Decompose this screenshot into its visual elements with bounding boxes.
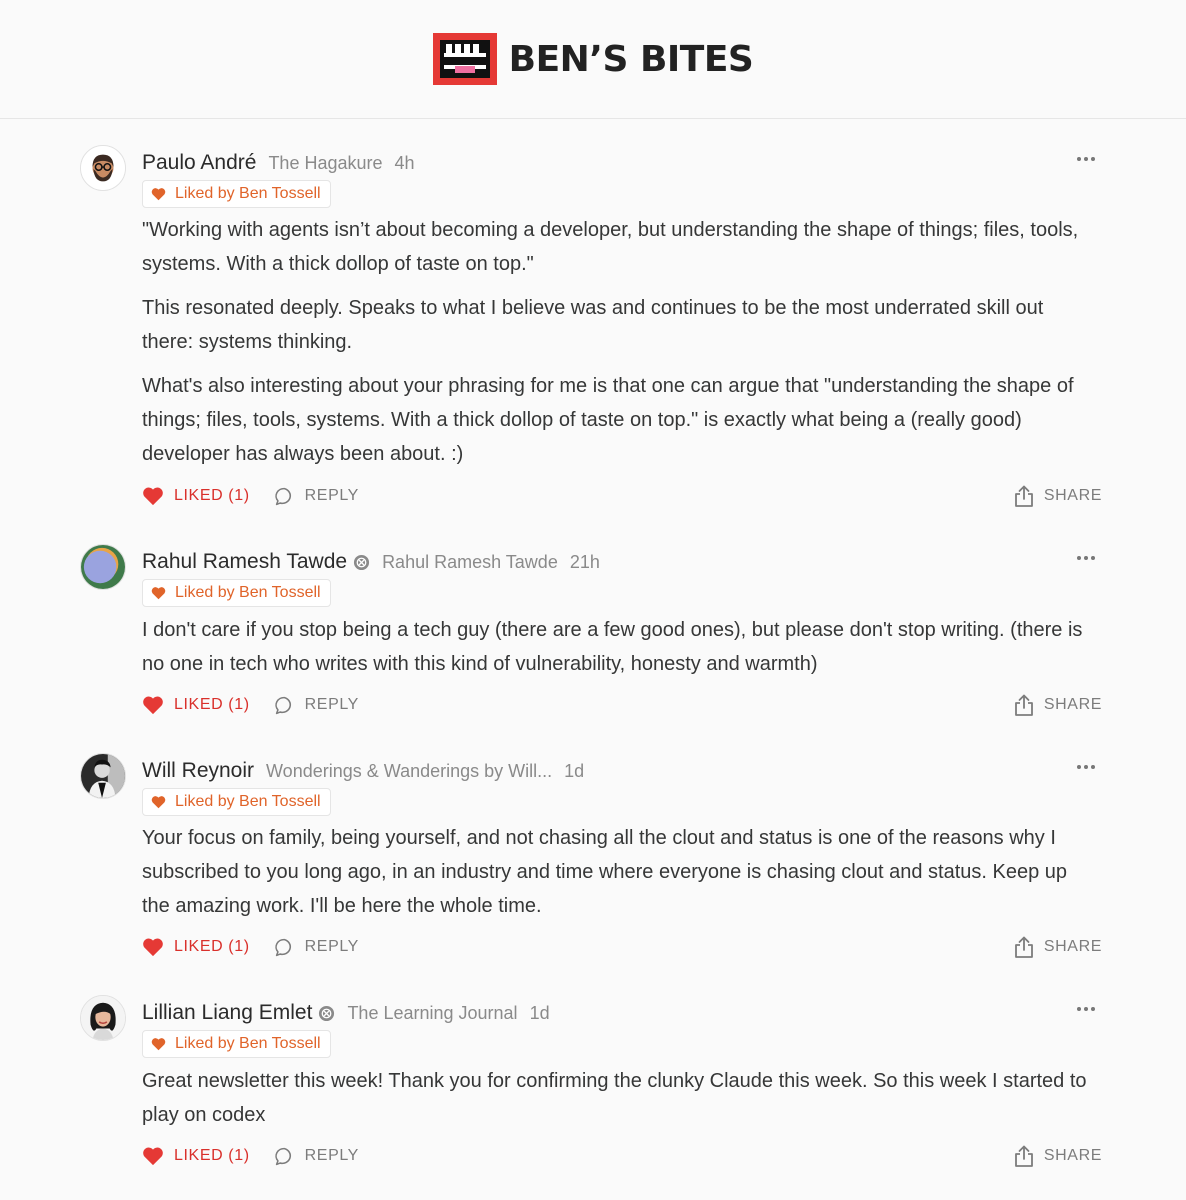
reply-button[interactable]: REPLY bbox=[274, 1146, 359, 1167]
share-label: SHARE bbox=[1043, 938, 1102, 955]
share-icon bbox=[1014, 1145, 1033, 1167]
comment-meta: Paulo André The Hagakure 4h bbox=[142, 148, 415, 178]
more-options-icon[interactable] bbox=[1076, 999, 1096, 1019]
liked-button[interactable]: LIKED (1) bbox=[142, 937, 250, 957]
share-label: SHARE bbox=[1043, 1147, 1102, 1164]
comment-meta: Lillian Liang Emlet The Learning Journal… bbox=[142, 998, 550, 1028]
publication-name[interactable]: Wonderings & Wanderings by Will... bbox=[266, 761, 552, 782]
liked-button[interactable]: LIKED (1) bbox=[142, 1146, 250, 1166]
publication-name[interactable]: The Hagakure bbox=[268, 153, 382, 174]
comment-bubble-icon bbox=[274, 1147, 291, 1165]
liked-by-badge: Liked by Ben Tossell bbox=[142, 788, 331, 816]
comment: Will Reynoir Wonderings & Wanderings by … bbox=[0, 753, 1186, 968]
comment-paragraph: Great newsletter this week! Thank you fo… bbox=[142, 1070, 1087, 1126]
comment-body: I don't care if you stop being a tech gu… bbox=[142, 613, 1092, 691]
liked-label: LIKED (1) bbox=[174, 487, 250, 504]
comment-bubble-icon bbox=[274, 938, 291, 956]
publication-name[interactable]: Rahul Ramesh Tawde bbox=[382, 552, 558, 573]
comment-body: Great newsletter this week! Thank you fo… bbox=[142, 1064, 1092, 1142]
liked-label: LIKED (1) bbox=[174, 1147, 250, 1164]
heart-filled-icon bbox=[143, 938, 163, 957]
avatar[interactable] bbox=[80, 145, 126, 191]
verified-badge-icon bbox=[319, 1005, 335, 1021]
comment-paragraph: Your focus on family, being yourself, an… bbox=[142, 827, 1068, 917]
liked-button[interactable]: LIKED (1) bbox=[142, 695, 250, 715]
verified-badge-icon bbox=[354, 554, 370, 570]
heart-icon bbox=[151, 1038, 166, 1051]
bens-bites-logo-icon bbox=[432, 33, 497, 85]
comment-paragraph: What's also interesting about your phras… bbox=[142, 375, 1074, 465]
reply-label: REPLY bbox=[304, 696, 359, 713]
comment-actions: LIKED (1) REPLY SHARE bbox=[142, 1143, 1102, 1169]
timestamp[interactable]: 1d bbox=[564, 761, 584, 782]
timestamp[interactable]: 4h bbox=[395, 153, 415, 174]
reply-label: REPLY bbox=[304, 1147, 359, 1164]
share-button[interactable]: SHARE bbox=[1014, 936, 1102, 958]
liked-label: LIKED (1) bbox=[174, 938, 250, 955]
comment-paragraph: I don't care if you stop being a tech gu… bbox=[142, 619, 1083, 675]
author-name[interactable]: Lillian Liang Emlet bbox=[142, 1001, 312, 1025]
liked-by-label: Liked by Ben Tossell bbox=[175, 185, 321, 202]
liked-by-label: Liked by Ben Tossell bbox=[175, 1035, 321, 1052]
brand-logo[interactable]: BEN’S BITES bbox=[432, 33, 754, 85]
comment-meta: Will Reynoir Wonderings & Wanderings by … bbox=[142, 756, 584, 786]
more-options-icon[interactable] bbox=[1076, 149, 1096, 169]
comment-bubble-icon bbox=[274, 696, 291, 714]
heart-filled-icon bbox=[143, 1147, 163, 1166]
timestamp[interactable]: 21h bbox=[570, 552, 600, 573]
timestamp[interactable]: 1d bbox=[530, 1003, 550, 1024]
comment-meta: Rahul Ramesh Tawde Rahul Ramesh Tawde 21… bbox=[142, 547, 600, 577]
comment: Lillian Liang Emlet The Learning Journal… bbox=[0, 995, 1186, 1175]
share-button[interactable]: SHARE bbox=[1014, 485, 1102, 507]
liked-by-label: Liked by Ben Tossell bbox=[175, 793, 321, 810]
share-icon bbox=[1014, 694, 1033, 716]
heart-icon bbox=[151, 188, 166, 201]
share-label: SHARE bbox=[1043, 696, 1102, 713]
liked-by-badge: Liked by Ben Tossell bbox=[142, 180, 331, 208]
share-icon bbox=[1014, 936, 1033, 958]
liked-by-label: Liked by Ben Tossell bbox=[175, 584, 321, 601]
liked-button[interactable]: LIKED (1) bbox=[142, 486, 250, 506]
comment-bubble-icon bbox=[274, 487, 291, 505]
liked-by-badge: Liked by Ben Tossell bbox=[142, 579, 331, 607]
brand-name: BEN’S BITES bbox=[508, 38, 754, 80]
comment-actions: LIKED (1) REPLY SHARE bbox=[142, 692, 1102, 718]
share-button[interactable]: SHARE bbox=[1014, 694, 1102, 716]
reply-label: REPLY bbox=[304, 938, 359, 955]
reply-button[interactable]: REPLY bbox=[274, 486, 359, 507]
reply-button[interactable]: REPLY bbox=[274, 695, 359, 716]
share-label: SHARE bbox=[1043, 487, 1102, 504]
reply-label: REPLY bbox=[304, 487, 359, 504]
comment-paragraph: "Working with agents isn’t about becomin… bbox=[142, 219, 1079, 275]
comment-body: "Working with agents isn’t about becomin… bbox=[142, 213, 1092, 481]
more-options-icon[interactable] bbox=[1076, 757, 1096, 777]
author-name[interactable]: Will Reynoir bbox=[142, 759, 254, 783]
heart-icon bbox=[151, 587, 166, 600]
publication-name[interactable]: The Learning Journal bbox=[347, 1003, 517, 1024]
avatar[interactable] bbox=[80, 995, 126, 1041]
share-icon bbox=[1014, 485, 1033, 507]
more-options-icon[interactable] bbox=[1076, 548, 1096, 568]
heart-filled-icon bbox=[143, 696, 163, 715]
comment-actions: LIKED (1) REPLY SHARE bbox=[142, 934, 1102, 960]
liked-by-badge: Liked by Ben Tossell bbox=[142, 1030, 331, 1058]
avatar[interactable] bbox=[80, 544, 126, 590]
avatar[interactable] bbox=[80, 753, 126, 799]
share-button[interactable]: SHARE bbox=[1014, 1145, 1102, 1167]
comment-paragraph: This resonated deeply. Speaks to what I … bbox=[142, 297, 1044, 353]
heart-icon bbox=[151, 796, 166, 809]
comment: Paulo André The Hagakure 4h Liked by Ben… bbox=[0, 145, 1186, 515]
author-name[interactable]: Rahul Ramesh Tawde bbox=[142, 550, 347, 574]
author-name[interactable]: Paulo André bbox=[142, 151, 256, 175]
heart-filled-icon bbox=[143, 487, 163, 506]
comment: Rahul Ramesh Tawde Rahul Ramesh Tawde 21… bbox=[0, 544, 1186, 724]
reply-button[interactable]: REPLY bbox=[274, 937, 359, 958]
comment-body: Your focus on family, being yourself, an… bbox=[142, 821, 1092, 933]
comment-actions: LIKED (1) REPLY SHARE bbox=[142, 483, 1102, 509]
site-header: BEN’S BITES bbox=[0, 0, 1186, 119]
liked-label: LIKED (1) bbox=[174, 696, 250, 713]
